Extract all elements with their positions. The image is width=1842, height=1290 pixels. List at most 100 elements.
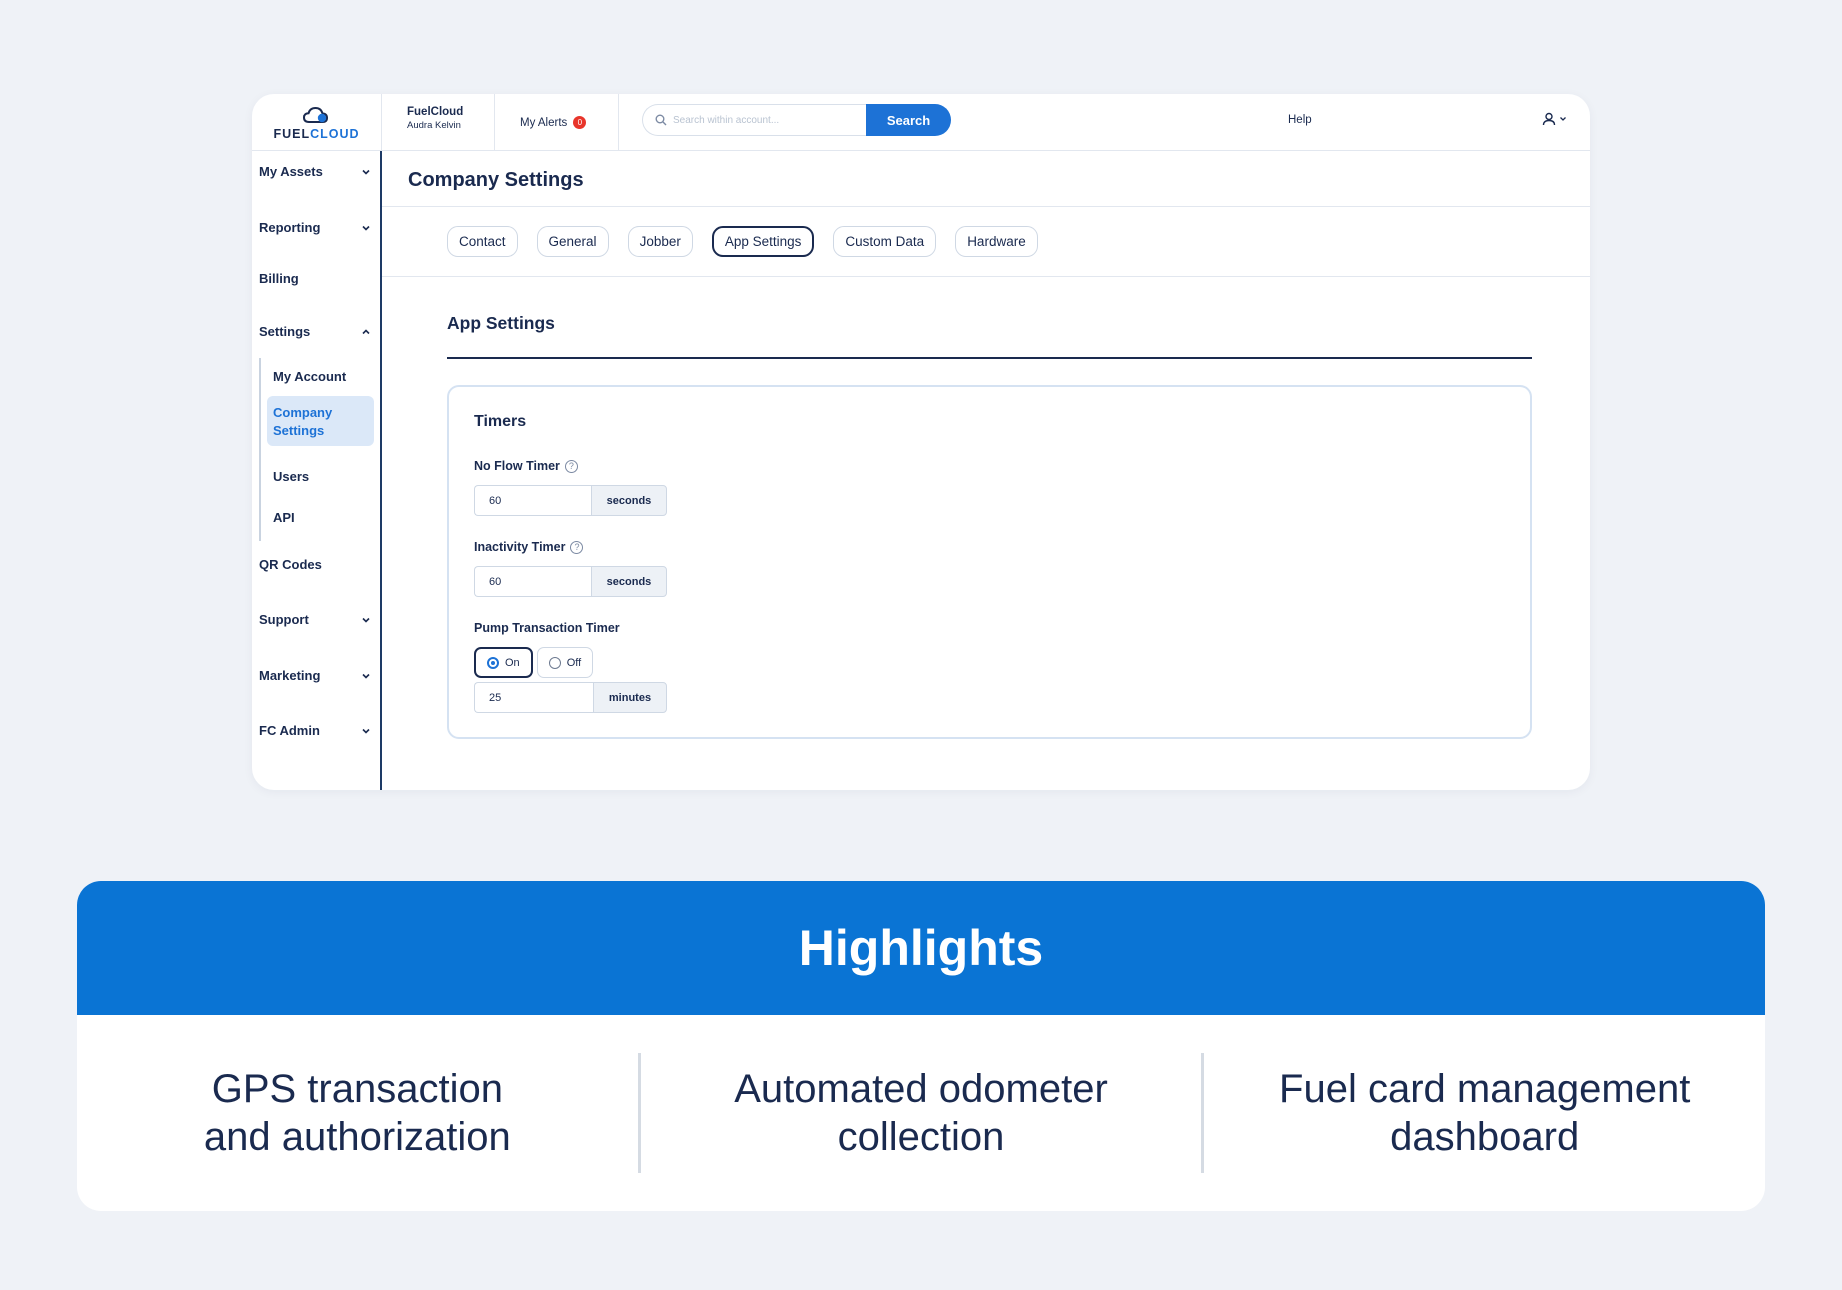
- tab-contact[interactable]: Contact: [447, 226, 518, 257]
- sidebar-item-company-settings[interactable]: Company Settings: [267, 396, 374, 446]
- sidebar-item-reporting[interactable]: Reporting: [259, 220, 371, 235]
- tab-custom-data[interactable]: Custom Data: [833, 226, 937, 257]
- field-label-text: No Flow Timer: [474, 459, 560, 473]
- alerts-label: My Alerts: [520, 116, 568, 129]
- sidebar-item-label: Settings: [273, 423, 325, 438]
- divider: [382, 206, 1590, 207]
- chevron-down-icon: [1560, 117, 1566, 121]
- company-name: FuelCloud: [407, 106, 464, 118]
- user-menu[interactable]: [1542, 112, 1567, 126]
- no-flow-timer-group: seconds: [474, 485, 667, 516]
- user-icon: [1542, 112, 1556, 126]
- sidebar-item-label: Company: [273, 405, 333, 420]
- field-label-text: Inactivity Timer: [474, 540, 566, 554]
- main-content: Company Settings Contact General Jobber …: [382, 151, 1590, 790]
- sidebar: My Assets Reporting Billing Settings My …: [252, 151, 382, 790]
- unit-label: minutes: [593, 682, 667, 713]
- radio-empty-icon: [548, 656, 561, 669]
- highlight-text: and authorization: [203, 1115, 511, 1159]
- highlights-title: Highlights: [798, 920, 1044, 976]
- my-alerts-link[interactable]: My Alerts 0: [495, 94, 619, 151]
- highlight-item: Fuel card management dashboard: [1204, 1065, 1765, 1161]
- search-icon: [655, 114, 667, 126]
- sidebar-item-users[interactable]: Users: [273, 469, 309, 484]
- search-button[interactable]: Search: [866, 104, 951, 136]
- pump-timer-group: minutes: [474, 682, 667, 713]
- chevron-down-icon: [362, 673, 370, 679]
- highlights-panel: Highlights GPS transaction and authoriza…: [77, 881, 1765, 1211]
- chevron-down-icon: [362, 728, 370, 734]
- logo[interactable]: FUELCLOUD: [252, 94, 382, 151]
- no-flow-timer-label: No Flow Timer ?: [474, 459, 578, 473]
- sidebar-item-my-assets[interactable]: My Assets: [259, 164, 371, 179]
- app-window: FUELCLOUD FuelCloud Audra Kelvin My Aler…: [252, 94, 1590, 790]
- sidebar-item-label: FC Admin: [259, 723, 320, 738]
- no-flow-timer-input[interactable]: [474, 485, 591, 516]
- tab-hardware[interactable]: Hardware: [955, 226, 1038, 257]
- logo-wordmark: FUELCLOUD: [273, 126, 360, 141]
- sidebar-item-label: Support: [259, 612, 309, 627]
- inactivity-timer-group: seconds: [474, 566, 667, 597]
- sidebar-item-label: My Assets: [259, 164, 323, 179]
- highlight-item: GPS transaction and authorization: [77, 1065, 638, 1161]
- tab-general[interactable]: General: [536, 226, 609, 257]
- sidebar-item-label: Billing: [259, 271, 299, 286]
- cloud-icon: [302, 106, 328, 123]
- sidebar-item-fc-admin[interactable]: FC Admin: [259, 723, 371, 738]
- radio-label: Off: [566, 656, 582, 669]
- page-title: Company Settings: [408, 169, 584, 191]
- settings-submenu: My Account Company Settings Users API: [259, 358, 375, 541]
- chevron-down-icon: [362, 225, 370, 231]
- highlight-text: Automated odometer: [734, 1067, 1108, 1111]
- sidebar-item-support[interactable]: Support: [259, 612, 371, 627]
- chevron-down-icon: [362, 169, 370, 175]
- search-input[interactable]: [673, 114, 853, 126]
- pump-transaction-timer-label: Pump Transaction Timer: [474, 621, 620, 635]
- section-divider: [447, 357, 1532, 359]
- sidebar-item-api[interactable]: API: [273, 510, 295, 525]
- chevron-down-icon: [362, 617, 370, 623]
- chevron-up-icon: [362, 328, 370, 334]
- tab-jobber[interactable]: Jobber: [627, 226, 693, 257]
- pump-timer-input[interactable]: [474, 682, 593, 713]
- pump-timer-toggle: On Off: [474, 647, 594, 678]
- highlight-item: Automated odometer collection: [641, 1065, 1202, 1161]
- radio-on[interactable]: On: [474, 647, 533, 678]
- search-bar: Search: [642, 104, 951, 136]
- company-switcher[interactable]: FuelCloud Audra Kelvin: [382, 94, 495, 151]
- help-circle-icon[interactable]: ?: [564, 459, 578, 473]
- radio-label: On: [505, 656, 520, 669]
- section-title: App Settings: [447, 313, 555, 333]
- sidebar-item-my-account[interactable]: My Account: [273, 369, 346, 384]
- inactivity-timer-input[interactable]: [474, 566, 591, 597]
- top-bar: FUELCLOUD FuelCloud Audra Kelvin My Aler…: [252, 94, 1590, 151]
- settings-tabs: Contact General Jobber App Settings Cust…: [447, 226, 1038, 257]
- highlight-text: dashboard: [1390, 1115, 1580, 1159]
- highlight-text: GPS transaction: [211, 1067, 503, 1111]
- unit-label: seconds: [591, 485, 667, 516]
- user-name: Audra Kelvin: [407, 120, 461, 131]
- sidebar-item-label: Reporting: [259, 220, 321, 235]
- timers-card: Timers No Flow Timer ? seconds Inactivit…: [447, 385, 1532, 739]
- unit-label: seconds: [591, 566, 667, 597]
- help-link[interactable]: Help: [1288, 114, 1312, 126]
- sidebar-item-qr-codes[interactable]: QR Codes: [259, 557, 371, 572]
- sidebar-item-billing[interactable]: Billing: [259, 271, 371, 286]
- help-circle-icon[interactable]: ?: [570, 540, 584, 554]
- card-title: Timers: [474, 413, 527, 430]
- alerts-count-badge: 0: [573, 116, 587, 129]
- sidebar-item-label: Settings: [259, 324, 311, 339]
- radio-selected-icon: [487, 656, 499, 669]
- tab-app-settings[interactable]: App Settings: [711, 226, 815, 257]
- sidebar-item-label: Marketing: [259, 668, 321, 683]
- highlights-header: Highlights: [77, 881, 1765, 1015]
- divider: [382, 276, 1590, 277]
- highlight-text: collection: [837, 1115, 1005, 1159]
- sidebar-item-settings[interactable]: Settings: [259, 324, 371, 339]
- sidebar-item-marketing[interactable]: Marketing: [259, 668, 371, 683]
- field-label-text: Pump Transaction Timer: [474, 621, 620, 635]
- radio-off[interactable]: Off: [536, 647, 594, 678]
- highlights-list: GPS transaction and authorization Automa…: [77, 1015, 1765, 1211]
- search-box: [642, 104, 866, 136]
- inactivity-timer-label: Inactivity Timer ?: [474, 540, 584, 554]
